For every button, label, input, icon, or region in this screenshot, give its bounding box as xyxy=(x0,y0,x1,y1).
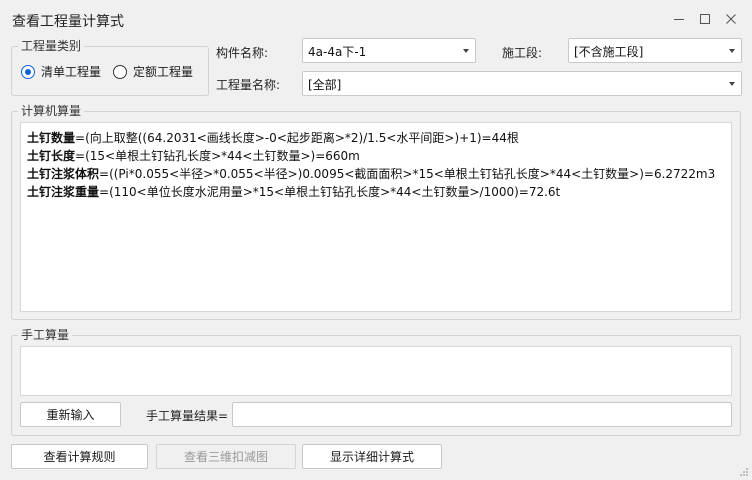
calc-line-formula: =(110<单位长度水泥用量>*15<单根土钉钻孔长度>*44<土钉数量>/10… xyxy=(99,185,561,199)
construction-stage-label: 施工段: xyxy=(502,46,543,60)
computer-calc-legend: 计算机算量 xyxy=(18,104,85,118)
quantity-name-select[interactable]: [全部] xyxy=(302,71,742,96)
quantity-type-group: 工程量类别 清单工程量 定额工程量 xyxy=(11,39,209,96)
maximize-icon xyxy=(700,14,710,24)
component-name-value: 4a-4a下-1 xyxy=(308,45,367,59)
calc-line-formula: =((Pi*0.055<半径>*0.055<半径>)0.0095<截面面积>*1… xyxy=(99,167,716,181)
dialog-window: 查看工程量计算式 工程量类别 清单工程量 定额工程量 构件名称: 4a-4a下-… xyxy=(0,0,752,480)
view-calc-rules-button[interactable]: 查看计算规则 xyxy=(11,444,148,469)
manual-result-label: 手工算量结果= xyxy=(146,409,229,423)
close-button[interactable] xyxy=(718,7,744,31)
calc-line-formula: =(15<单根土钉钻孔长度>*44<土钉数量>)=660m xyxy=(75,149,360,163)
calc-line-name: 土钉注浆体积 xyxy=(27,167,100,181)
radio-unchecked-icon xyxy=(113,64,127,79)
quantity-name-value: [全部] xyxy=(308,78,342,92)
window-title: 查看工程量计算式 xyxy=(12,14,124,30)
chevron-down-icon xyxy=(463,49,469,53)
quantity-type-legend: 工程量类别 xyxy=(18,39,85,53)
computer-calc-group: 计算机算量 土钉数量=(向上取整((64.2031<画线长度>-0<起步距离>*… xyxy=(11,104,741,320)
computer-calc-textarea[interactable]: 土钉数量=(向上取整((64.2031<画线长度>-0<起步距离>*2)/1.5… xyxy=(20,122,732,312)
radio-checked-icon xyxy=(21,64,35,79)
quantity-name-label: 工程量名称: xyxy=(216,78,281,92)
maximize-button[interactable] xyxy=(692,7,718,31)
component-name-label: 构件名称: xyxy=(216,46,269,60)
minimize-button[interactable] xyxy=(666,7,692,31)
calc-line: 土钉数量=(向上取整((64.2031<画线长度>-0<起步距离>*2)/1.5… xyxy=(27,129,725,147)
reenter-button[interactable]: 重新输入 xyxy=(20,402,121,427)
view-3d-deduction-button: 查看三维扣减图 xyxy=(156,444,296,469)
calc-line-name: 土钉长度 xyxy=(27,149,76,163)
radio-bill-quantity[interactable]: 清单工程量 xyxy=(21,63,101,80)
radio-quota-quantity[interactable]: 定额工程量 xyxy=(113,63,193,80)
manual-calc-legend: 手工算量 xyxy=(18,328,73,342)
title-bar: 查看工程量计算式 xyxy=(0,0,752,38)
component-name-select[interactable]: 4a-4a下-1 xyxy=(302,38,476,63)
minimize-icon xyxy=(674,19,684,20)
chevron-down-icon xyxy=(729,82,735,86)
radio-bill-quantity-label: 清单工程量 xyxy=(41,65,102,79)
resize-grip-icon[interactable] xyxy=(739,467,749,477)
radio-quota-quantity-label: 定额工程量 xyxy=(133,65,194,79)
manual-result-input[interactable] xyxy=(232,402,732,427)
construction-stage-select[interactable]: [不含施工段] xyxy=(568,38,742,63)
calc-line-name: 土钉注浆重量 xyxy=(27,185,100,199)
manual-calc-textarea[interactable] xyxy=(20,346,732,396)
close-icon xyxy=(726,14,736,24)
calc-line: 土钉长度=(15<单根土钉钻孔长度>*44<土钉数量>)=660m xyxy=(27,147,725,165)
chevron-down-icon xyxy=(729,49,735,53)
manual-calc-group: 手工算量 重新输入 手工算量结果= xyxy=(11,328,741,436)
calc-line-name: 土钉数量 xyxy=(27,131,76,145)
calc-line-formula: =(向上取整((64.2031<画线长度>-0<起步距离>*2)/1.5<水平间… xyxy=(75,131,519,145)
construction-stage-value: [不含施工段] xyxy=(574,45,644,59)
show-detail-formula-button[interactable]: 显示详细计算式 xyxy=(302,444,442,469)
calc-line: 土钉注浆重量=(110<单位长度水泥用量>*15<单根土钉钻孔长度>*44<土钉… xyxy=(27,183,725,201)
calc-line: 土钉注浆体积=((Pi*0.055<半径>*0.055<半径>)0.0095<截… xyxy=(27,165,725,183)
